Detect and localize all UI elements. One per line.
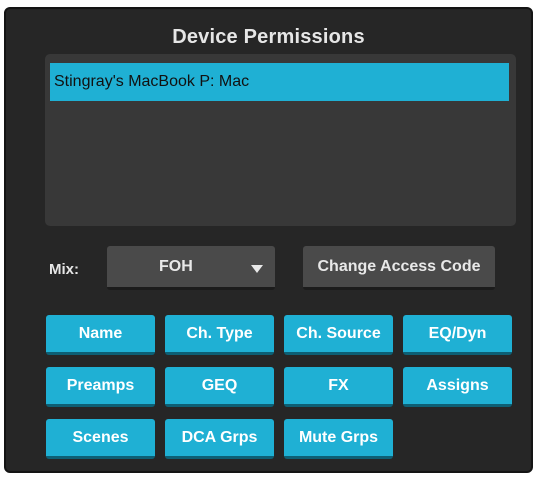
mix-label: Mix: <box>49 261 79 278</box>
permission-eq-dyn-button[interactable]: EQ/Dyn <box>403 315 512 355</box>
permission-scenes-button[interactable]: Scenes <box>46 419 155 459</box>
permission-fx-button[interactable]: FX <box>284 367 393 407</box>
panel-title: Device Permissions <box>172 26 365 48</box>
device-list-item[interactable]: Stingray's MacBook P: Mac <box>50 63 509 101</box>
permission-ch-type-button[interactable]: Ch. Type <box>165 315 274 355</box>
permission-mute-grps-button[interactable]: Mute Grps <box>284 419 393 459</box>
permission-dca-grps-button[interactable]: DCA Grps <box>165 419 274 459</box>
change-access-code-button[interactable]: Change Access Code <box>303 246 495 290</box>
permission-ch-source-button[interactable]: Ch. Source <box>284 315 393 355</box>
mix-dropdown[interactable]: FOH <box>107 246 275 290</box>
device-permissions-panel: Device Permissions Stingray's MacBook P:… <box>4 7 533 473</box>
permission-assigns-button[interactable]: Assigns <box>403 367 512 407</box>
permission-preamps-button[interactable]: Preamps <box>46 367 155 407</box>
mix-selected-value: FOH <box>159 258 193 275</box>
permission-name-button[interactable]: Name <box>46 315 155 355</box>
permission-geq-button[interactable]: GEQ <box>165 367 274 407</box>
triangle-down-icon <box>251 265 263 273</box>
device-list[interactable]: Stingray's MacBook P: Mac <box>45 54 516 226</box>
